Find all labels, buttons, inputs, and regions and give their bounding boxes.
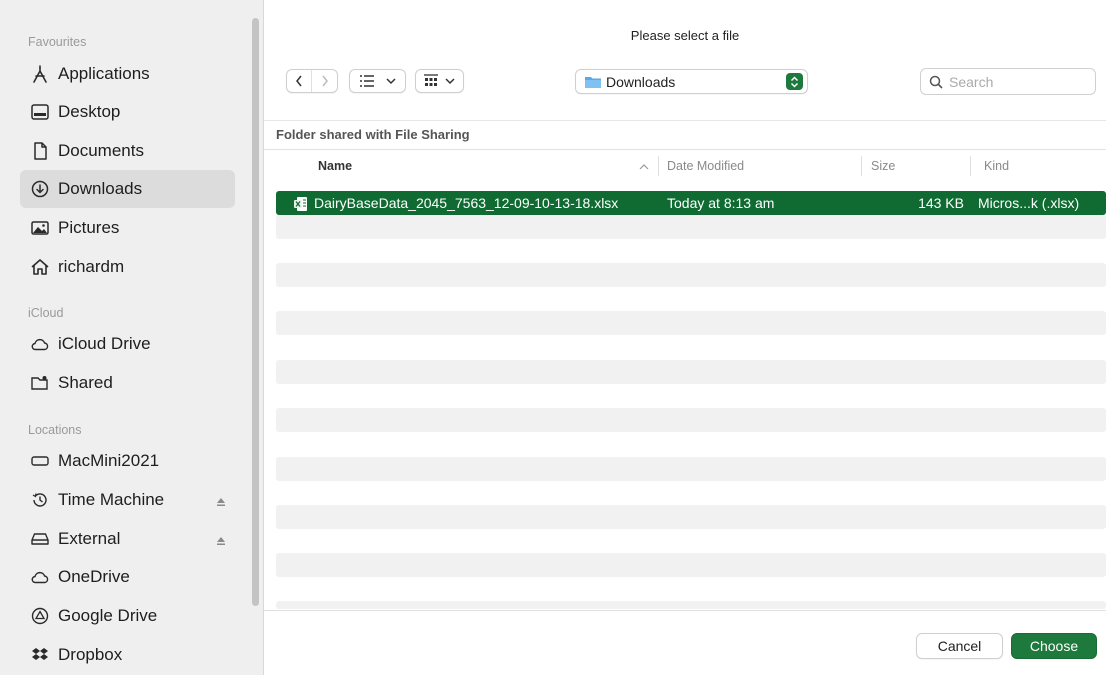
group-icon <box>424 74 438 86</box>
cloud-icon <box>28 565 52 589</box>
sidebar-item-onedrive[interactable]: OneDrive <box>20 558 235 596</box>
search-field <box>920 68 1096 95</box>
search-icon <box>929 75 943 89</box>
empty-row <box>276 408 1106 432</box>
file-kind: Micros...k (.xlsx) <box>978 195 1080 211</box>
google-drive-icon <box>28 604 52 628</box>
applications-icon <box>28 62 52 86</box>
dialog-title: Please select a file <box>630 28 740 43</box>
sidebar-item-label: Shared <box>58 373 113 392</box>
dropbox-icon <box>28 643 52 667</box>
sidebar-heading-favourites: Favourites <box>28 35 87 49</box>
back-forward-group <box>286 69 338 93</box>
computer-icon <box>28 449 52 473</box>
empty-row <box>276 457 1106 481</box>
time-machine-icon <box>28 488 52 512</box>
desktop-icon <box>28 100 52 124</box>
footer-divider <box>264 610 1106 611</box>
empty-row <box>276 553 1106 577</box>
sidebar-item-icloud-drive[interactable]: iCloud Drive <box>20 325 235 363</box>
sidebar-item-label: Pictures <box>58 218 120 237</box>
stepper-icon <box>786 73 803 90</box>
empty-row <box>276 360 1106 384</box>
empty-row <box>276 263 1106 287</box>
sidebar-item-label: OneDrive <box>58 567 130 586</box>
eject-icon[interactable] <box>215 532 227 545</box>
shared-folder-icon <box>28 371 52 395</box>
sidebar-item-home[interactable]: richardm <box>20 248 235 286</box>
chevron-down-icon <box>385 78 396 85</box>
column-divider <box>970 156 971 176</box>
chevron-left-icon <box>296 75 302 87</box>
sidebar-item-label: External <box>58 529 121 548</box>
chevron-right-icon <box>321 75 328 87</box>
sidebar: Favourites Applications Desktop Document… <box>0 0 264 675</box>
location-select-value: Downloads <box>606 73 676 90</box>
sidebar-item-label: richardm <box>58 257 125 276</box>
home-icon <box>28 255 52 279</box>
folder-icon <box>585 76 601 88</box>
download-icon <box>28 177 52 201</box>
column-divider <box>861 156 862 176</box>
column-header-date[interactable]: Date Modified <box>667 151 744 181</box>
sidebar-item-pictures[interactable]: Pictures <box>20 209 235 247</box>
sidebar-item-label: Google Drive <box>58 606 158 625</box>
excel-file-icon <box>294 195 308 211</box>
eject-icon[interactable] <box>215 493 227 506</box>
file-browser: Please select a file Downloads Folder sh… <box>264 0 1106 675</box>
file-row[interactable]: DairyBaseData_2045_7563_12-09-10-13-18.x… <box>276 191 1106 215</box>
cancel-button[interactable]: Cancel <box>916 633 1003 659</box>
sidebar-item-label: iCloud Drive <box>58 334 151 353</box>
pictures-icon <box>28 216 52 240</box>
empty-row <box>276 311 1106 335</box>
chevron-down-icon <box>445 78 455 85</box>
cloud-icon <box>28 332 52 356</box>
sidebar-item-label: Desktop <box>58 102 121 121</box>
column-header-kind[interactable]: Kind <box>984 151 1009 181</box>
sidebar-heading-icloud: iCloud <box>28 306 64 320</box>
sidebar-item-label: Applications <box>58 64 150 83</box>
view-mode-button[interactable] <box>349 69 406 93</box>
drive-icon <box>28 527 52 551</box>
sidebar-item-dropbox[interactable]: Dropbox <box>20 636 235 674</box>
sidebar-item-documents[interactable]: Documents <box>20 132 235 170</box>
location-select[interactable]: Downloads <box>575 69 808 94</box>
choose-button[interactable]: Choose <box>1011 633 1097 659</box>
folder-note: Folder shared with File Sharing <box>264 120 1106 150</box>
column-header-size[interactable]: Size <box>871 151 895 181</box>
sidebar-item-label: Documents <box>58 141 144 160</box>
document-icon <box>28 139 52 163</box>
back-button[interactable] <box>287 70 313 92</box>
sidebar-heading-locations: Locations <box>28 423 82 437</box>
empty-row <box>276 601 1106 609</box>
list-view-icon <box>359 75 374 87</box>
sidebar-item-applications[interactable]: Applications <box>20 55 235 93</box>
sort-ascending-icon <box>639 164 649 170</box>
sidebar-item-label: MacMini2021 <box>58 451 160 470</box>
sidebar-scrollbar[interactable] <box>252 18 259 606</box>
file-date: Today at 8:13 am <box>667 195 775 211</box>
group-button[interactable] <box>415 69 464 93</box>
forward-button[interactable] <box>312 70 337 92</box>
file-size: 143 KB <box>918 195 964 211</box>
sidebar-item-time-machine[interactable]: Time Machine <box>20 481 235 519</box>
sidebar-item-label: Downloads <box>58 179 143 198</box>
sidebar-item-external[interactable]: External <box>20 520 235 558</box>
search-input[interactable] <box>949 73 1079 90</box>
empty-row <box>276 215 1106 239</box>
sidebar-item-google-drive[interactable]: Google Drive <box>20 597 235 635</box>
sidebar-item-label: Time Machine <box>58 490 165 509</box>
sidebar-item-shared[interactable]: Shared <box>20 364 235 402</box>
empty-row <box>276 505 1106 529</box>
file-name: DairyBaseData_2045_7563_12-09-10-13-18.x… <box>314 195 619 211</box>
column-divider <box>658 156 659 176</box>
sidebar-item-downloads[interactable]: Downloads <box>20 170 235 208</box>
sidebar-item-label: Dropbox <box>58 645 123 664</box>
sidebar-item-desktop[interactable]: Desktop <box>20 93 235 131</box>
sidebar-item-macmini[interactable]: MacMini2021 <box>20 442 235 480</box>
column-header-name[interactable]: Name <box>318 151 352 181</box>
